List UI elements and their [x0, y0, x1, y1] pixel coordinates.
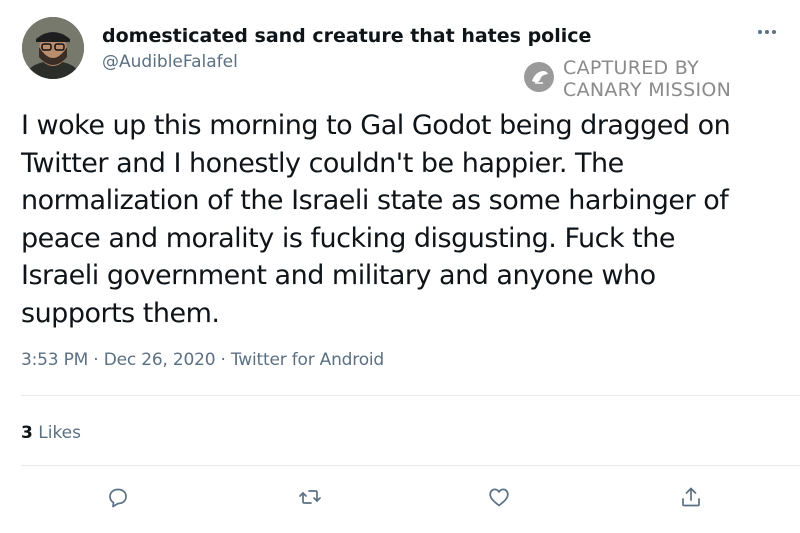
tweet-line: peace and morality is fucking disgusting… — [21, 222, 675, 254]
tweet-line: supports them. — [21, 297, 220, 329]
like-button[interactable] — [484, 482, 514, 512]
likes-label: Likes — [38, 423, 81, 443]
divider — [21, 395, 800, 396]
watermark: CAPTURED BY CANARY MISSION — [523, 57, 768, 101]
divider — [21, 465, 800, 466]
reply-icon — [109, 488, 127, 508]
watermark-line2: CANARY MISSION — [563, 79, 732, 101]
share-icon — [682, 487, 700, 507]
retweet-button[interactable] — [295, 482, 325, 512]
reply-button[interactable] — [103, 482, 133, 512]
like-icon — [489, 488, 509, 507]
share-button[interactable] — [676, 482, 706, 512]
author-handle[interactable]: @AudibleFalafel — [102, 52, 238, 72]
tweet-line: normalization of the Israeli state as so… — [21, 185, 729, 216]
likes-number: 3 — [21, 423, 33, 443]
action-bar — [0, 482, 800, 514]
watermark-line1: CAPTURED BY — [563, 57, 700, 79]
tweet-line: I woke up this morning to Gal Godot bein… — [21, 110, 731, 141]
more-icon[interactable] — [752, 22, 782, 42]
canary-mission-logo-icon — [524, 62, 554, 92]
retweet-icon — [299, 490, 321, 504]
tweet-line: Israeli government and military and anyo… — [21, 260, 656, 291]
tweet-text: I woke up this morning to Gal Godot bein… — [21, 107, 781, 332]
tweet-line: Twitter and I honestly couldn't be happi… — [21, 147, 624, 179]
likes-count[interactable]: 3 Likes — [21, 423, 81, 443]
author-display-name[interactable]: domesticated sand creature that hates po… — [102, 25, 591, 47]
tweet-timestamp[interactable]: 3:53 PM · Dec 26, 2020 · Twitter for And… — [21, 350, 384, 370]
avatar[interactable] — [22, 17, 84, 79]
